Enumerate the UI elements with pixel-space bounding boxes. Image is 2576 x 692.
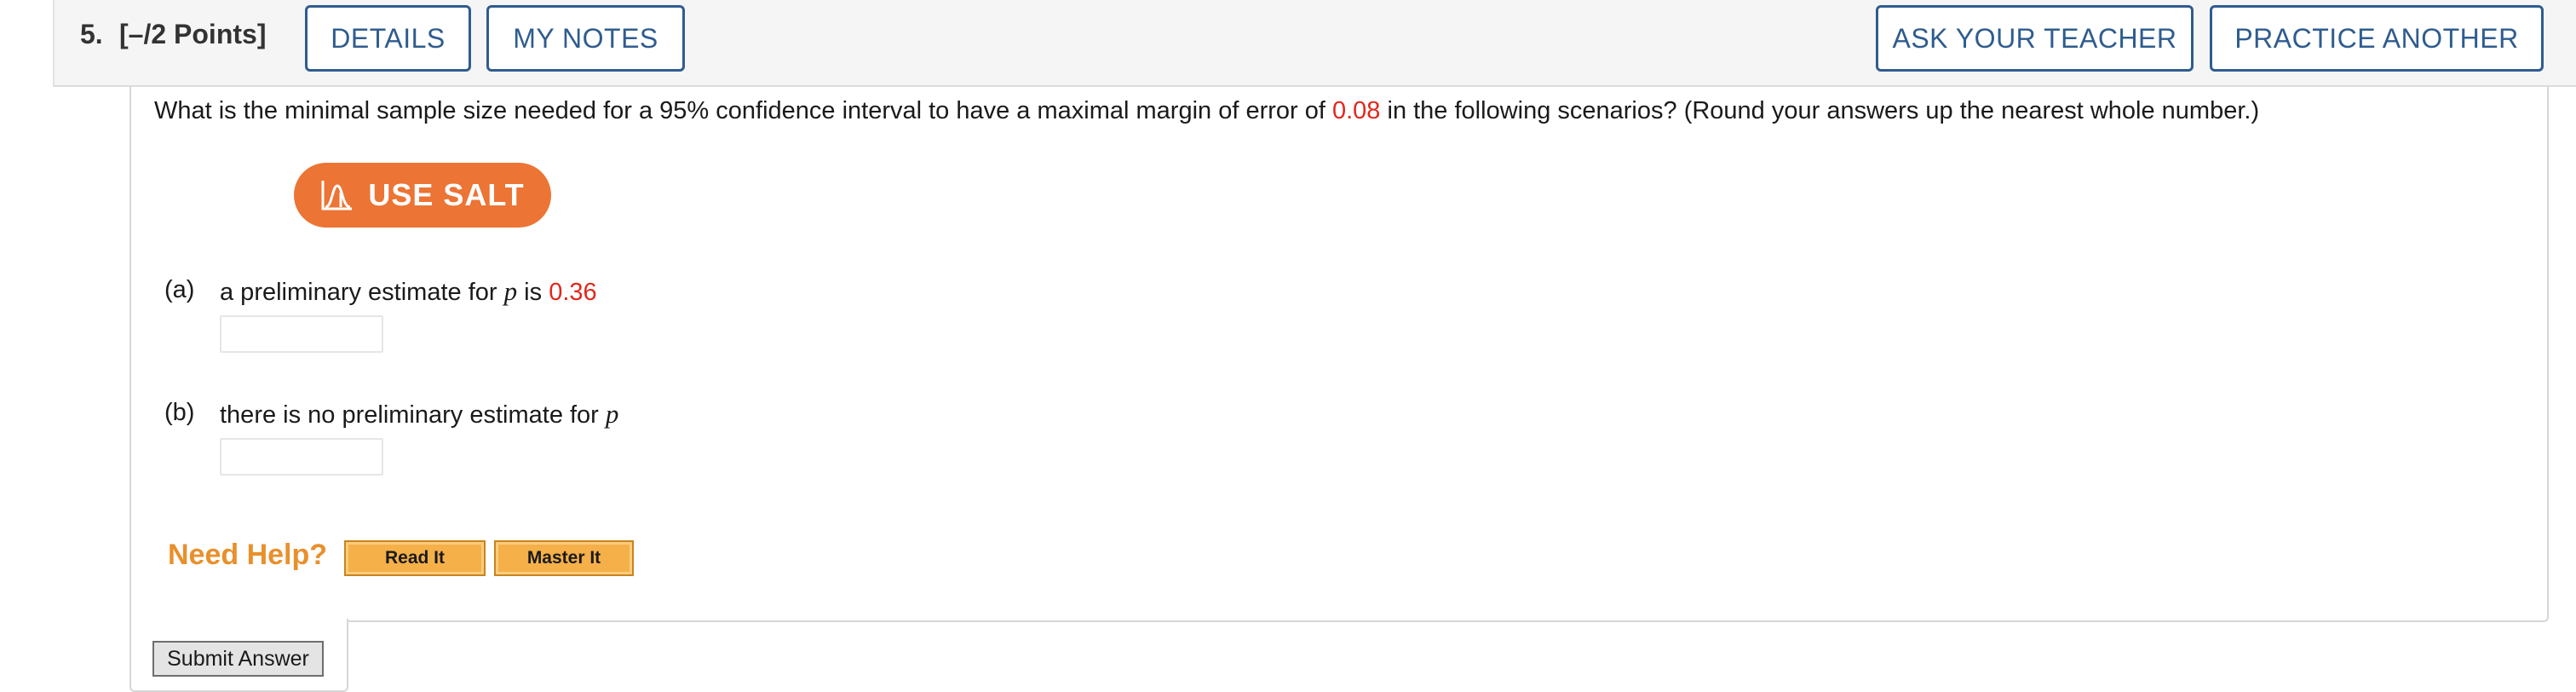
need-help-label: Need Help? [168, 539, 328, 571]
part-b-text: there is no preliminary estimate for p [220, 399, 618, 430]
part-a-answer-input[interactable] [220, 315, 383, 353]
part-a-text-before: a preliminary estimate for [220, 279, 504, 306]
question-text-before: What is the minimal sample size needed f… [154, 97, 1332, 124]
question-text-after: in the following scenarios? (Round your … [1380, 97, 2260, 124]
part-a-text-middle: is [517, 279, 549, 306]
part-b-answer-input[interactable] [220, 438, 383, 476]
margin-of-error-value: 0.08 [1331, 97, 1381, 124]
part-a-text: a preliminary estimate for p is 0.36 [220, 276, 597, 307]
question-number: 5. [80, 19, 103, 49]
use-salt-label: USE SALT [368, 177, 525, 212]
ask-your-teacher-button[interactable]: ASK YOUR TEACHER [1876, 5, 2194, 72]
part-b-variable: p [605, 399, 619, 429]
bell-curve-icon [321, 181, 353, 210]
my-notes-button[interactable]: MY NOTES [486, 5, 685, 72]
part-b-label: (b) [164, 399, 195, 426]
part-a-estimate-value: 0.36 [549, 279, 597, 306]
use-salt-button[interactable]: USE SALT [294, 163, 551, 228]
question-text: What is the minimal sample size needed f… [154, 97, 2259, 125]
part-a-variable: p [503, 276, 518, 306]
submit-answer-button[interactable]: Submit Answer [152, 641, 324, 677]
part-a-label: (a) [164, 276, 195, 303]
question-points: [–/2 Points] [119, 19, 267, 49]
practice-another-button[interactable]: PRACTICE ANOTHER [2210, 5, 2544, 72]
details-button[interactable]: DETAILS [305, 5, 471, 72]
read-it-button[interactable]: Read It [344, 540, 486, 576]
part-b-text-before: there is no preliminary estimate for [220, 401, 606, 429]
master-it-button[interactable]: Master It [494, 540, 634, 576]
